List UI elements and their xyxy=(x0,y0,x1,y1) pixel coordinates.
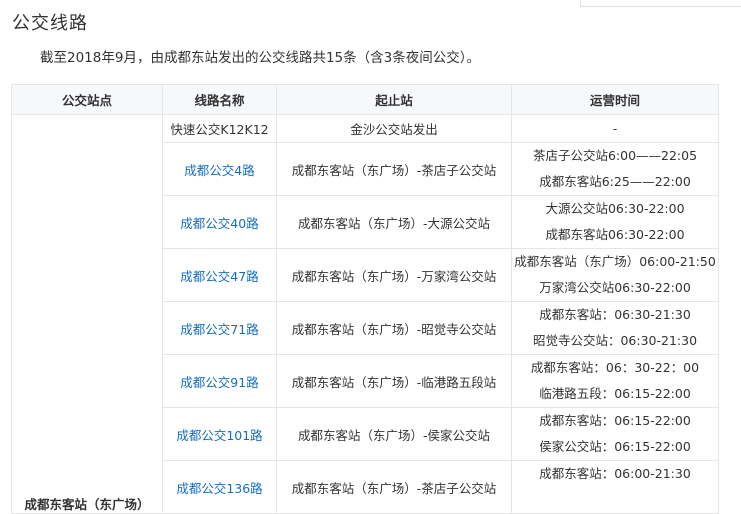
route-stops: 成都东客站（东广场）-侯家公交站 xyxy=(276,407,512,461)
route-hours: 成都东客站：06:15-22:00 侯家公交站：06:15-22:00 xyxy=(511,407,719,461)
route-name-cell: 成都公交136路 xyxy=(162,460,277,514)
route-hours: 成都东客站：06:30-21:30 昭觉寺公交站：06:30-21:30 xyxy=(511,301,719,355)
route-stops: 成都东客站（东广场）-临港路五段站 xyxy=(276,354,512,408)
route-stops: 成都东客站（东广场）-茶店子公交站 xyxy=(276,460,512,514)
route-link[interactable]: 成都公交47路 xyxy=(180,269,258,284)
route-name-cell: 成都公交47路 xyxy=(162,248,277,302)
route-hours: 大源公交站06:30-22:00 成都东客站06:30-22:00 xyxy=(511,195,719,249)
table-header-row: 公交站点 线路名称 起止站 运营时间 xyxy=(11,84,719,115)
hours-line: 成都东客站：06:00-21:30 xyxy=(539,466,691,481)
route-name-cell: 成都公交101路 xyxy=(162,407,277,461)
route-link[interactable]: 成都公交91路 xyxy=(180,375,258,390)
station-cell: 成都东客站（东广场） xyxy=(11,114,163,514)
route-stops: 成都东客站（东广场）-茶店子公交站 xyxy=(276,142,512,196)
intro-paragraph: 截至2018年9月，由成都东站发出的公交线路共15条（含3条夜间公交）。 xyxy=(40,50,480,66)
header-route-name: 线路名称 xyxy=(162,84,277,115)
route-hours: 成都东客站：06:00-21:30 xyxy=(511,460,719,514)
table-row: 成都东客站（东广场） 快速公交K12K12 金沙公交站发出 - xyxy=(11,114,719,514)
route-stops: 金沙公交站发出 xyxy=(276,114,512,143)
route-hours: 成都东客站：06：30-22：00 临港路五段：06:15-22:00 xyxy=(511,354,719,408)
route-link[interactable]: 成都公交71路 xyxy=(180,322,258,337)
route-stops: 成都东客站（东广场）-昭觉寺公交站 xyxy=(276,301,512,355)
route-name: 快速公交K12K12 xyxy=(162,114,277,143)
hours-line: 临港路五段：06:15-22:00 xyxy=(539,386,691,401)
hours-line: 成都东客站06:30-22:00 xyxy=(545,227,685,242)
hours-line: 成都东客站：06：30-22：00 xyxy=(530,360,700,375)
hours-line: 茶店子公交站6:00——22:05 xyxy=(532,148,698,163)
header-station: 公交站点 xyxy=(11,84,163,115)
header-hours: 运营时间 xyxy=(511,84,719,115)
route-hours: - xyxy=(511,114,719,143)
route-stops: 成都东客站（东广场）-万家湾公交站 xyxy=(276,248,512,302)
route-link[interactable]: 成都公交4路 xyxy=(184,163,254,178)
route-name-cell: 成都公交71路 xyxy=(162,301,277,355)
top-right-panel-edge xyxy=(580,0,741,7)
route-hours: 成都东客站（东广场）06:00-21:50 万家湾公交站06:30-22:00 xyxy=(511,248,719,302)
route-link[interactable]: 成都公交40路 xyxy=(180,216,258,231)
route-link[interactable]: 成都公交136路 xyxy=(176,481,262,496)
route-name-cell: 成都公交4路 xyxy=(162,142,277,196)
hours-line: 万家湾公交站06:30-22:00 xyxy=(539,280,691,295)
hours-line: 成都东客站：06:30-21:30 xyxy=(539,307,691,322)
page-title: 公交线路 xyxy=(12,13,88,34)
route-hours: 茶店子公交站6:00——22:05 成都东客站6:25——22:00 xyxy=(511,142,719,196)
hours-line: 成都东客站（东广场）06:00-21:50 xyxy=(514,254,716,269)
route-stops: 成都东客站（东广场）-大源公交站 xyxy=(276,195,512,249)
hours-line: - xyxy=(612,120,618,136)
hours-line: 昭觉寺公交站：06:30-21:30 xyxy=(532,333,698,348)
hours-line: 成都东客站：06:15-22:00 xyxy=(539,413,691,428)
header-stops: 起止站 xyxy=(276,84,512,115)
hours-line: 侯家公交站：06:15-22:00 xyxy=(539,439,691,454)
hours-line: 大源公交站06:30-22:00 xyxy=(545,201,685,216)
route-link[interactable]: 成都公交101路 xyxy=(176,428,262,443)
bus-routes-table: 公交站点 线路名称 起止站 运营时间 成都东客站（东广场） 快速公交K12K12… xyxy=(11,84,719,514)
route-name-cell: 成都公交91路 xyxy=(162,354,277,408)
route-name-cell: 成都公交40路 xyxy=(162,195,277,249)
hours-line: 成都东客站6:25——22:00 xyxy=(539,174,691,189)
